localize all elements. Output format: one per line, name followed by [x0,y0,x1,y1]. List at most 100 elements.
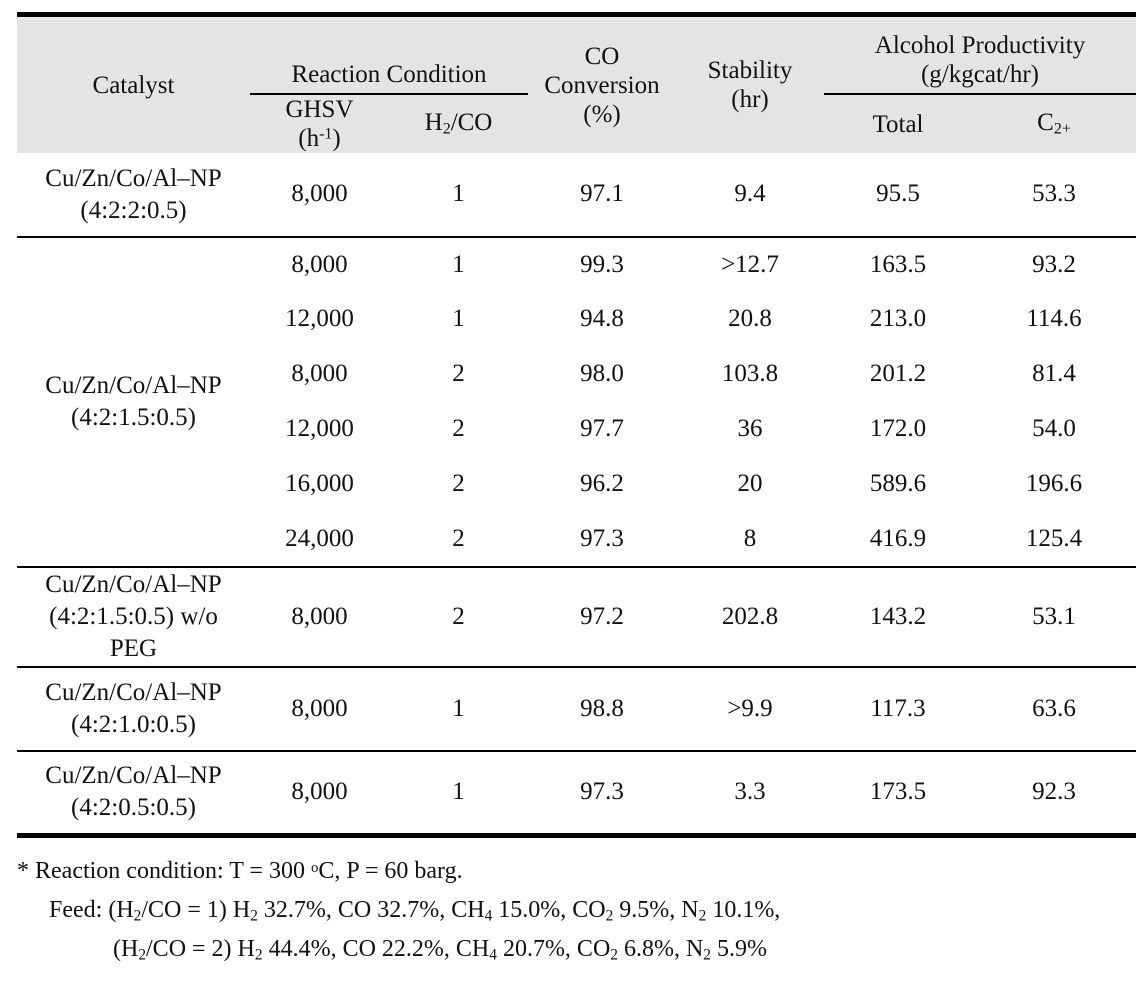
cell-catalyst: Cu/Zn/Co/Al–NP (4:2:2:0.5) [17,153,250,237]
cell-h2-co-ratio: 1 [389,750,528,835]
column-header-ghsv: GHSV (h-1) [250,93,389,153]
table-header: Catalyst Reaction Condition CO Conversio… [17,14,1136,153]
ghsv-unit-exponent: -1 [319,125,333,143]
footnote-line-2: Feed: (H2/CO = 1) H2 32.7%, CO 32.7%, CH… [49,896,781,925]
c2plus-subscript: 2+ [1053,121,1071,139]
cell-catalyst: Cu/Zn/Co/Al–NP (4:2:1.0:0.5) [17,666,250,751]
cell-co-conversion: 96.2 [528,457,676,512]
ghsv-unit: (h-1) [298,125,341,152]
table-footnotes: * Reaction condition: T = 300 oC, P = 60… [17,852,1136,969]
cell-total-productivity: 163.5 [824,236,972,292]
cell-co-conversion: 97.1 [528,153,676,237]
cell-stability: 202.8 [676,566,824,667]
header-row-top: Catalyst Reaction Condition CO Conversio… [17,14,1136,153]
cell-ghsv: 8,000 [250,236,389,292]
cell-ghsv: 24,000 [250,512,389,567]
cell-catalyst: Cu/Zn/Co/Al–NP (4:2:1.5:0.5) [17,236,250,567]
cell-total-productivity: 173.5 [824,750,972,835]
column-header-catalyst: Catalyst [17,14,250,153]
cell-co-conversion: 97.3 [528,512,676,567]
cell-h2-co-ratio: 2 [389,512,528,567]
catalyst-line-1: Cu/Zn/Co/Al–NP [45,679,222,706]
cell-ghsv: 8,000 [250,153,389,237]
cell-co-conversion: 98.8 [528,666,676,751]
cell-total-productivity: 172.0 [824,402,972,457]
co-conversion-line1: CO [584,42,620,70]
cell-total-productivity: 95.5 [824,153,972,237]
cell-ghsv: 12,000 [250,292,389,347]
cell-total-productivity: 213.0 [824,292,972,347]
cell-co-conversion: 97.7 [528,402,676,457]
cell-stability: 3.3 [676,750,824,835]
cell-catalyst: Cu/Zn/Co/Al–NP (4:2:1.5:0.5) w/o PEG [17,566,250,667]
table-page: Catalyst Reaction Condition CO Conversio… [0,0,1146,986]
column-header-catalyst-label: Catalyst [92,71,175,99]
column-header-reaction-condition: Reaction Condition [250,14,528,94]
cell-c2plus-productivity: 93.2 [972,236,1136,292]
cell-co-conversion: 94.8 [528,292,676,347]
cell-catalyst: Cu/Zn/Co/Al–NP (4:2:0.5:0.5) [17,750,250,835]
c2plus-label: C [1037,109,1054,137]
stability-line2: (hr) [731,86,769,113]
table-row: Cu/Zn/Co/Al–NP (4:2:1.5:0.5) 8,000 1 99.3 >12… [17,236,1136,567]
cell-total-productivity: 416.9 [824,512,972,567]
cell-total-productivity: 201.2 [824,347,972,402]
cell-stability: 20.8 [676,292,824,347]
catalyst-line-2: (4:2:2:0.5) [80,196,187,224]
cell-c2plus-productivity: 81.4 [972,347,1136,402]
cell-co-conversion: 97.2 [528,566,676,667]
cell-stability: 103.8 [676,347,824,402]
cell-c2plus-productivity: 196.6 [972,457,1136,512]
cell-total-productivity: 143.2 [824,566,972,667]
cell-ghsv: 8,000 [250,566,389,667]
cell-stability: >9.9 [676,666,824,751]
cell-ghsv: 8,000 [250,347,389,402]
cell-ghsv: 8,000 [250,750,389,835]
catalyst-line-1: Cu/Zn/Co/Al–NP [45,164,222,192]
cell-h2-co-ratio: 1 [389,292,528,347]
ghsv-label: GHSV [285,96,354,123]
catalyst-line-2: (4:2:0.5:0.5) [71,794,196,822]
catalyst-line-1: Cu/Zn/Co/Al–NP [45,372,222,399]
table-row: Cu/Zn/Co/Al–NP (4:2:2:0.5) 8,000 1 97.1 9.4 95… [17,153,1136,237]
cell-ghsv: 8,000 [250,666,389,751]
cell-stability: 8 [676,512,824,567]
cell-h2-co-ratio: 1 [389,236,528,292]
column-header-reaction-condition-label: Reaction Condition [291,61,487,88]
column-header-co-conversion: CO Conversion (%) [528,14,676,153]
cell-h2-co-ratio: 2 [389,566,528,667]
alcohol-productivity-line1: Alcohol Productivity [874,32,1086,59]
co-conversion-line2: Conversion [544,71,660,99]
cell-total-productivity: 117.3 [824,666,972,751]
catalyst-line-2: (4:2:1.5:0.5) w/o [49,603,218,630]
cell-stability: 9.4 [676,153,824,237]
cell-h2-co-ratio: 2 [389,402,528,457]
cell-h2-co-ratio: 1 [389,666,528,751]
footnote-line-3: (H2/CO = 2) H2 44.4%, CO 22.2%, CH4 20.7… [113,935,767,964]
cell-c2plus-productivity: 63.6 [972,666,1136,751]
column-header-c2plus: C2+ [972,93,1136,153]
column-header-alcohol-productivity: Alcohol Productivity (g/kgcat/hr) [824,14,1136,94]
catalyst-line-2: (4:2:1.5:0.5) [71,404,196,431]
cell-c2plus-productivity: 125.4 [972,512,1136,567]
cell-h2-co-ratio: 2 [389,457,528,512]
table-body: Cu/Zn/Co/Al–NP (4:2:2:0.5) 8,000 1 97.1 9.4 95… [17,153,1136,835]
column-header-h2-co-ratio: H2/CO [389,93,528,153]
cell-h2-co-ratio: 1 [389,153,528,237]
cell-c2plus-productivity: 53.3 [972,153,1136,237]
cell-stability: >12.7 [676,236,824,292]
cell-c2plus-productivity: 92.3 [972,750,1136,835]
column-header-stability: Stability (hr) [676,14,824,153]
h2co-rest: /CO [450,109,493,137]
cell-ghsv: 12,000 [250,402,389,457]
catalyst-results-table-wrapper: Catalyst Reaction Condition CO Conversio… [17,12,1136,838]
table-row: Cu/Zn/Co/Al–NP (4:2:1.5:0.5) w/o PEG 8,000 2… [17,566,1136,667]
cell-c2plus-productivity: 114.6 [972,292,1136,347]
cell-co-conversion: 97.3 [528,750,676,835]
cell-h2-co-ratio: 2 [389,347,528,402]
column-header-total: Total [824,93,972,153]
cell-c2plus-productivity: 53.1 [972,566,1136,667]
cell-co-conversion: 99.3 [528,236,676,292]
catalyst-line-1: Cu/Zn/Co/Al–NP [45,762,222,790]
catalyst-line-3: PEG [109,635,158,662]
